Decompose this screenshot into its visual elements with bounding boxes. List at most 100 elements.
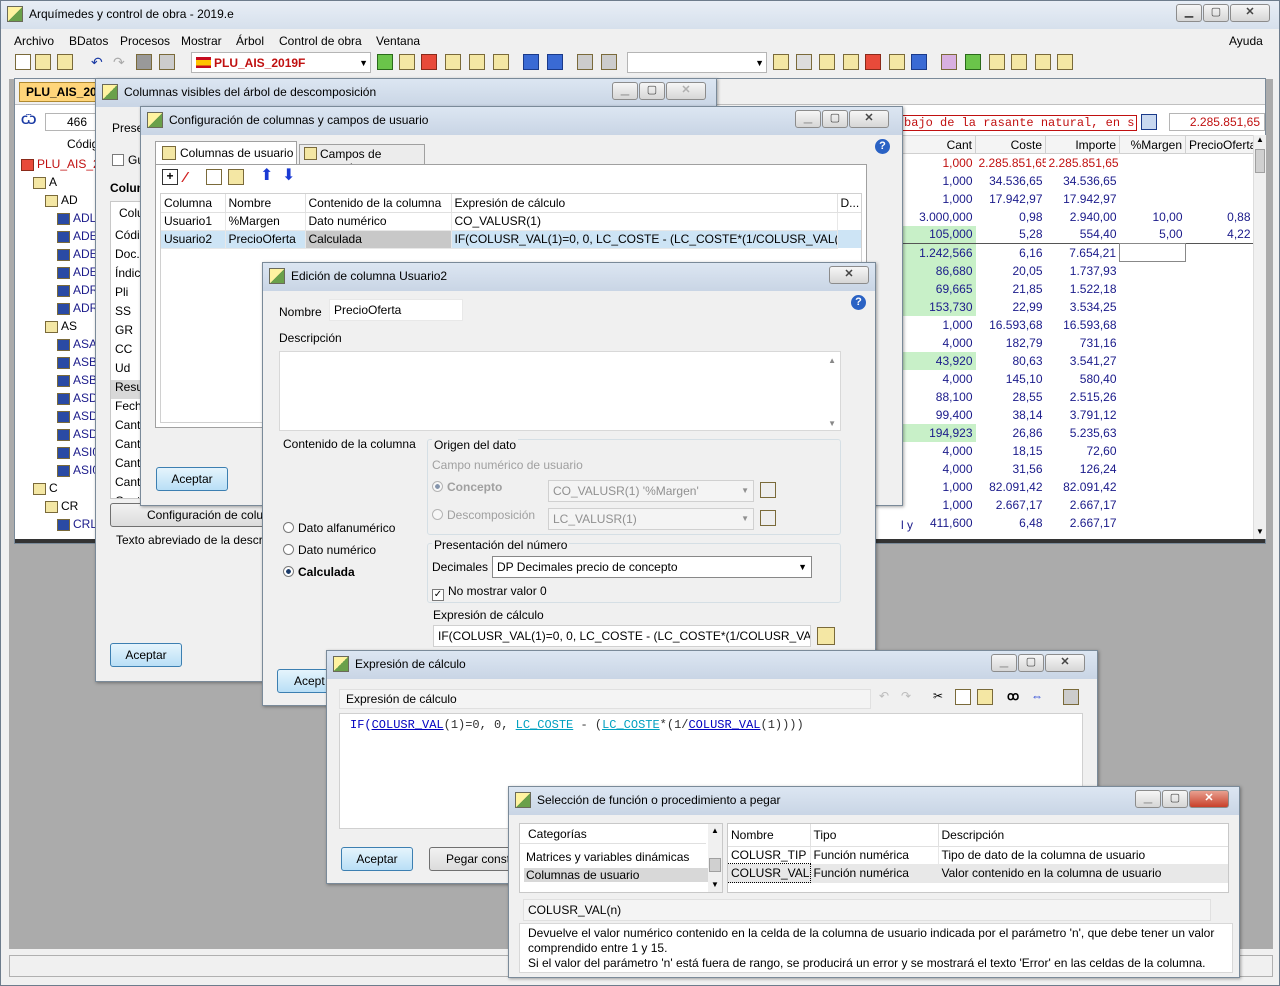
scroll-down-icon[interactable]: ▼ bbox=[828, 419, 836, 428]
table-row[interactable]: 99,400 38,14 3.791,12 bbox=[902, 406, 1254, 424]
table-row[interactable]: 1,000 34.536,65 34.536,65 bbox=[902, 172, 1254, 190]
category-item[interactable]: Matrices y variables dinámicas bbox=[524, 850, 708, 864]
table-cell[interactable]: 2.285.851,65 bbox=[976, 154, 1046, 172]
tree-icon[interactable] bbox=[399, 54, 415, 70]
table-cell[interactable] bbox=[1120, 280, 1186, 298]
decimals-combo[interactable]: DP Decimales precio de concepto ▼ bbox=[492, 556, 812, 578]
col-header-importe[interactable]: Importe bbox=[1045, 135, 1120, 154]
table-cell[interactable]: CO_VALUSR(1) bbox=[451, 212, 838, 231]
accept-button[interactable]: Aceptar bbox=[110, 643, 182, 667]
table-row[interactable]: 4,000 18,15 72,60 bbox=[902, 442, 1254, 460]
table-cell[interactable]: 3.534,25 bbox=[1046, 298, 1120, 316]
table-cell[interactable] bbox=[1186, 172, 1254, 190]
redo-icon[interactable]: ↷ bbox=[901, 689, 917, 705]
table-cell[interactable]: 1,000 bbox=[902, 478, 976, 496]
table-cell[interactable]: 1.522,18 bbox=[1046, 280, 1120, 298]
table-row[interactable]: 1,000 2.667,17 2.667,17 bbox=[902, 496, 1254, 514]
tree-node[interactable]: AS bbox=[45, 319, 77, 333]
table-cell[interactable]: 3.541,27 bbox=[1046, 352, 1120, 370]
tool-11-icon[interactable] bbox=[1011, 54, 1027, 70]
menu-procesos[interactable]: Procesos bbox=[120, 34, 170, 48]
col-header-descripcion[interactable]: Descripción bbox=[938, 824, 1228, 847]
table-row[interactable]: COLUSR_VAL Función numérica Valor contenid… bbox=[728, 863, 1228, 883]
option-numerico[interactable]: Dato numérico bbox=[283, 543, 376, 557]
col-header-margen[interactable]: %Margen bbox=[1119, 135, 1186, 154]
table-row[interactable]: 1,000 2.285.851,65 2.285.851,65 bbox=[902, 154, 1254, 172]
tab-columnas-usuario[interactable]: Columnas de usuario bbox=[155, 141, 297, 165]
table-cell[interactable] bbox=[1186, 334, 1254, 352]
tool-5-icon[interactable] bbox=[865, 54, 881, 70]
table-cell[interactable] bbox=[1186, 424, 1254, 442]
table-cell[interactable]: 2.667,17 bbox=[1046, 514, 1120, 532]
table-cell[interactable]: 88,100 bbox=[902, 388, 976, 406]
table-cell[interactable]: 554,40 bbox=[1046, 226, 1120, 244]
menu-archivo[interactable]: Archivo bbox=[14, 34, 54, 48]
table-cell[interactable] bbox=[1120, 478, 1186, 496]
no-zero-checkbox[interactable]: ✓ No mostrar valor 0 bbox=[432, 584, 547, 601]
table-row[interactable]: 4,000 182,79 731,16 bbox=[902, 334, 1254, 352]
minimize-button[interactable]: ▁ bbox=[795, 110, 821, 128]
chart-icon[interactable] bbox=[523, 54, 539, 70]
table-cell[interactable]: 194,923 bbox=[901, 423, 976, 442]
table-cell[interactable]: 3.791,12 bbox=[1046, 406, 1120, 424]
table-row[interactable]: 105,000 5,28 554,40 5,00 4,22 bbox=[901, 225, 1254, 244]
tool-6-icon[interactable] bbox=[889, 54, 905, 70]
tool-8-icon[interactable] bbox=[941, 54, 957, 70]
table-cell[interactable]: 6,48 bbox=[976, 514, 1046, 532]
table-cell[interactable]: 5,28 bbox=[976, 226, 1046, 244]
table-cell[interactable]: 69,665 bbox=[901, 279, 976, 298]
table-cell[interactable]: COLUSR_VAL bbox=[728, 863, 811, 883]
table-row[interactable]: 86,680 20,05 1.737,93 bbox=[901, 261, 1254, 280]
table-cell[interactable] bbox=[1120, 316, 1186, 334]
categories-scrollbar[interactable]: ▲ ▼ bbox=[708, 824, 722, 892]
table-cell[interactable]: 17.942,97 bbox=[976, 190, 1046, 208]
tool-1-icon[interactable] bbox=[773, 54, 789, 70]
table-cell[interactable] bbox=[1120, 370, 1186, 388]
table-cell[interactable]: 43,920 bbox=[901, 351, 976, 370]
table-cell[interactable] bbox=[1120, 424, 1186, 442]
grid-scrollbar[interactable]: ▲ ▼ bbox=[1253, 135, 1266, 539]
calculator-icon[interactable] bbox=[445, 54, 461, 70]
cut-icon[interactable]: ✂ bbox=[933, 689, 949, 705]
table-cell[interactable]: 82.091,42 bbox=[976, 478, 1046, 496]
maximize-button[interactable]: ▢ bbox=[639, 82, 665, 100]
table-cell[interactable] bbox=[1120, 442, 1186, 460]
column-config-button[interactable]: Configuración de colu bbox=[110, 503, 266, 527]
table-cell[interactable] bbox=[1186, 352, 1254, 370]
table-row[interactable]: 411,600 6,48 2.667,17 bbox=[902, 514, 1254, 532]
table-row[interactable]: 4,000 145,10 580,40 bbox=[902, 370, 1254, 388]
table-row[interactable]: 69,665 21,85 1.522,18 bbox=[901, 279, 1254, 298]
table-cell[interactable]: 21,85 bbox=[976, 280, 1046, 298]
table-cell[interactable] bbox=[1186, 298, 1254, 316]
table-cell[interactable]: 22,99 bbox=[976, 298, 1046, 316]
table-cell[interactable]: 1.737,93 bbox=[1046, 262, 1120, 280]
table-cell[interactable]: 0,98 bbox=[976, 208, 1046, 226]
table-cell[interactable] bbox=[1119, 243, 1186, 262]
tool-9-icon[interactable] bbox=[965, 54, 981, 70]
table-row[interactable]: 3.000,000 0,98 2.940,00 10,00 0,88 bbox=[902, 208, 1254, 226]
undo-icon[interactable]: ↶ bbox=[91, 54, 107, 70]
table-cell[interactable]: Usuario1 bbox=[161, 212, 226, 231]
maximize-button[interactable]: ▢ bbox=[1203, 4, 1229, 22]
table-cell[interactable] bbox=[1120, 406, 1186, 424]
table-cell[interactable]: Función numérica bbox=[810, 864, 939, 883]
filter-combo[interactable]: ▼ bbox=[627, 52, 767, 73]
minimize-button[interactable]: ▁ bbox=[991, 654, 1017, 672]
table-cell[interactable]: 99,400 bbox=[902, 406, 976, 424]
table-row[interactable]: 88,100 28,55 2.515,26 bbox=[902, 388, 1254, 406]
menu-ventana[interactable]: Ventana bbox=[376, 34, 420, 48]
tree-node[interactable]: AD bbox=[45, 193, 78, 207]
tool-3-icon[interactable] bbox=[819, 54, 835, 70]
table-cell[interactable]: Calculada bbox=[305, 230, 452, 249]
move-down-icon[interactable]: ⬇ bbox=[282, 168, 298, 185]
col-header-coste[interactable]: Coste bbox=[975, 135, 1046, 154]
window-a-icon[interactable] bbox=[577, 54, 593, 70]
table-cell[interactable]: 16.593,68 bbox=[1046, 316, 1120, 334]
table-cell[interactable] bbox=[1120, 298, 1186, 316]
tab-campos-usuario[interactable]: Campos de usuario bbox=[299, 144, 425, 175]
paste-row-icon[interactable] bbox=[228, 169, 244, 185]
table-cell[interactable] bbox=[1186, 406, 1254, 424]
help-icon[interactable]: ? bbox=[851, 295, 866, 310]
tree-node[interactable]: A bbox=[33, 175, 57, 189]
table-cell[interactable] bbox=[1186, 244, 1254, 262]
